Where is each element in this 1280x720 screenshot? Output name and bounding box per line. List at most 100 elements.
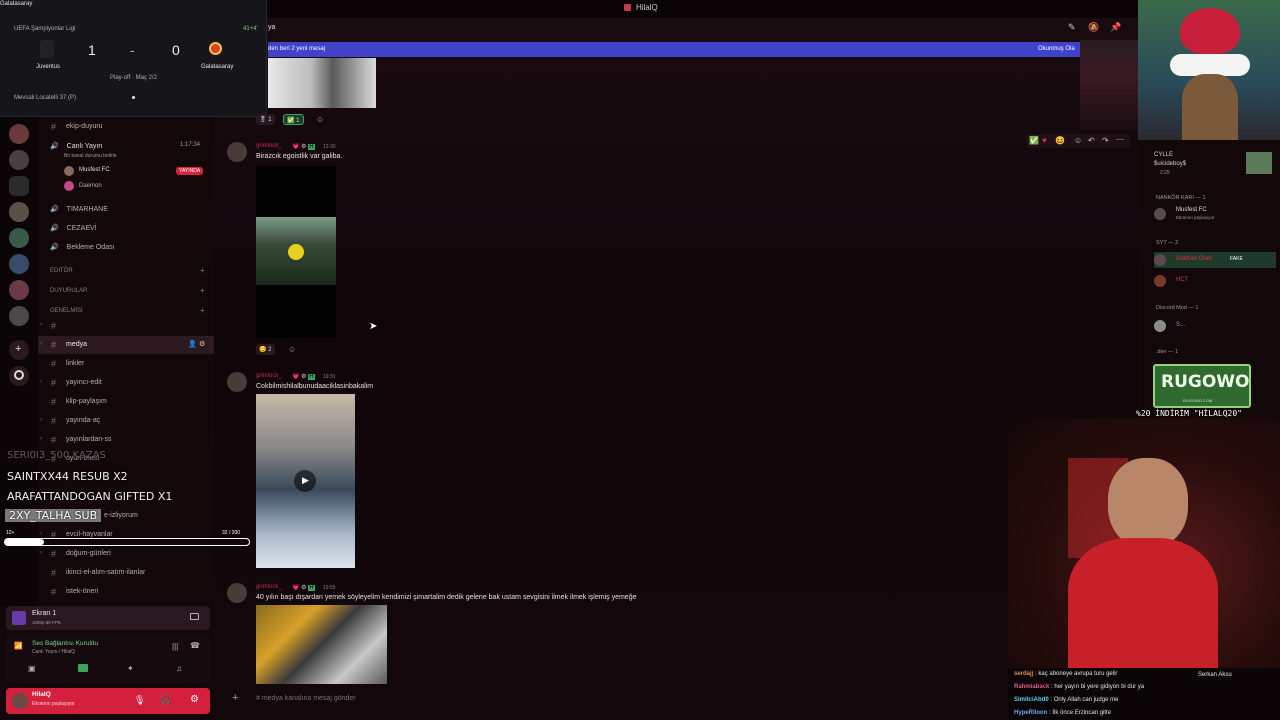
- category-genelmisi[interactable]: GENELMİSİ: [50, 308, 83, 314]
- voice-channel[interactable]: 🔊 TIMARHANE: [50, 205, 108, 213]
- threads-icon[interactable]: ✎: [1068, 22, 1076, 33]
- reaction[interactable]: ✅ 1: [283, 114, 304, 125]
- add-channel-icon[interactable]: +: [200, 266, 205, 275]
- message-input[interactable]: + # medya kanalına mesaj gönder: [230, 690, 1130, 710]
- more-icon[interactable]: ⋯: [1116, 135, 1124, 144]
- add-server-icon[interactable]: +: [9, 340, 29, 360]
- attachment-video[interactable]: ▶: [256, 394, 355, 568]
- progress-value: 32 / 200: [222, 530, 241, 536]
- webcam-main: [1008, 418, 1280, 668]
- server-icon[interactable]: [9, 202, 29, 222]
- reply-icon[interactable]: ↶: [1088, 136, 1095, 145]
- message-author[interactable]: grimlock_: [256, 143, 282, 149]
- server-icon[interactable]: [9, 228, 29, 248]
- user-name[interactable]: HilalQ: [32, 691, 51, 698]
- channel-yayinlardan-ss[interactable]: › # yayınlardan-ss: [38, 431, 214, 449]
- server-icon[interactable]: [9, 280, 29, 300]
- heart-emoji-icon[interactable]: ♥: [1042, 136, 1047, 145]
- camera-off-icon[interactable]: ▣: [28, 664, 36, 673]
- forward-icon[interactable]: ↷: [1102, 136, 1109, 145]
- channel-dogum-gunleri[interactable]: › # doğum-günleri: [38, 545, 214, 563]
- member-item[interactable]: HCT: [1154, 273, 1276, 289]
- server-icon[interactable]: [9, 306, 29, 326]
- pin-icon[interactable]: 📌: [1110, 22, 1121, 33]
- voice-member-name[interactable]: Daemon: [79, 183, 102, 189]
- add-reaction-icon[interactable]: ☺: [316, 115, 324, 124]
- voice-channel-live[interactable]: 🔊 Canlı Yayın: [50, 142, 102, 150]
- avatar[interactable]: [227, 372, 247, 392]
- headphones-icon[interactable]: 🎧: [160, 695, 171, 706]
- message-author[interactable]: grimlock_: [256, 373, 282, 379]
- channel-klip-paylasim[interactable]: # klip-paylaşım: [38, 393, 214, 411]
- voice-member-name[interactable]: Musfest FC: [79, 167, 110, 173]
- reaction[interactable]: 😏 2: [256, 344, 275, 355]
- mark-read-button[interactable]: Okunmuş Ola: [1038, 46, 1075, 52]
- message-author[interactable]: grimlock_: [256, 584, 282, 590]
- add-channel-icon[interactable]: +: [200, 306, 205, 315]
- category-duyurular[interactable]: DUYURULAR: [50, 288, 87, 294]
- member-name[interactable]: CYLLE: [1154, 152, 1173, 158]
- member-item[interactable]: S...: [1154, 318, 1276, 334]
- channel-item[interactable]: › #: [38, 317, 214, 335]
- screen-share-panel[interactable]: Ekran 1 1080p 60 FPS: [6, 606, 210, 630]
- member-item[interactable]: Musfest FC Ekranını paylaşıyor: [1154, 206, 1276, 222]
- check-emoji-icon[interactable]: ✅: [1029, 136, 1039, 145]
- message-actions-toolbar: ✅ ♥ 😆 ☺ ↶ ↷ ⋯: [1026, 134, 1130, 148]
- screen-share-icon[interactable]: [78, 664, 88, 672]
- avatar: [1154, 320, 1166, 332]
- chat-line: HypeRiloon : İlk önce Erzincan gitte: [1014, 710, 1112, 716]
- channel-ekip-duyuru[interactable]: # ekip-duyuru: [38, 118, 214, 136]
- add-channel-icon[interactable]: +: [200, 286, 205, 295]
- channel-medya[interactable]: › # medya 👤 ⚙: [38, 336, 214, 354]
- attach-plus-icon[interactable]: +: [232, 692, 238, 704]
- voice-channel[interactable]: 🔊 Bekleme Odası: [50, 243, 115, 251]
- speaker-icon: 🔊: [50, 206, 59, 213]
- voice-status-text[interactable]: Ses Bağlantısı Kuruldu: [32, 640, 98, 647]
- avatar[interactable]: [227, 583, 247, 603]
- category-editor[interactable]: Editör: [50, 268, 73, 274]
- member-item[interactable]: Gokhan Oner FAKE: [1154, 252, 1276, 268]
- voice-status[interactable]: Bir kanal durumu belirle: [64, 153, 117, 159]
- server-icon[interactable]: [9, 124, 29, 144]
- noise-icon[interactable]: |||: [172, 642, 178, 651]
- message-text: Cokbilmishilalbunudaaciklasinbakalim: [256, 383, 374, 390]
- server-icon[interactable]: [9, 254, 29, 274]
- soundboard-icon[interactable]: ♫: [176, 664, 182, 673]
- add-reaction-icon[interactable]: ☺: [1074, 136, 1082, 145]
- channel-yayinda-ac[interactable]: › # yayında-aç: [38, 412, 214, 430]
- laugh-emoji-icon[interactable]: 😆: [1055, 136, 1065, 145]
- new-messages-banner[interactable]: den beri 2 yeni mesaj Okunmuş Ola: [268, 42, 1138, 57]
- activities-icon[interactable]: ✦: [127, 664, 134, 673]
- channel-sidebar: # ekip-duyuru 🔊 Canlı Yayın 1:17:34 Bir …: [38, 116, 214, 606]
- attachment-image[interactable]: [256, 605, 387, 684]
- channel-linkler[interactable]: # linkler: [38, 355, 214, 373]
- reaction[interactable]: 🎖 1: [256, 114, 275, 125]
- mute-icon[interactable]: 🔕: [1088, 22, 1099, 33]
- invite-icon[interactable]: 👤: [188, 340, 197, 348]
- voice-channel-text[interactable]: Canlı Yayın / HilalQ: [32, 649, 75, 655]
- channel-yayinci-edit[interactable]: › # yayıncı-edit: [38, 374, 214, 392]
- voice-channel[interactable]: 🔊 CEZAEVİ: [50, 224, 97, 232]
- server-icon[interactable]: [9, 176, 29, 196]
- gear-icon[interactable]: ⚙: [190, 694, 199, 705]
- avatar[interactable]: [227, 142, 247, 162]
- disconnect-icon[interactable]: ☎: [190, 641, 200, 650]
- popout-icon[interactable]: [190, 613, 199, 620]
- role-icons: 💗 ⚙ H: [292, 374, 315, 380]
- screen-sub: 1080p 60 FPS: [32, 620, 61, 625]
- avatar[interactable]: [12, 693, 28, 709]
- server-icon[interactable]: [9, 150, 29, 170]
- score-separator: -: [130, 42, 135, 58]
- gear-icon[interactable]: ⚙: [199, 340, 205, 348]
- microphone-icon[interactable]: 🎙: [134, 695, 145, 706]
- channel-ikinci-el[interactable]: # ikinci-el-alım-satım-ilanlar: [38, 564, 214, 582]
- channel-istek-oneri[interactable]: # istek-öneri: [38, 583, 214, 601]
- play-icon[interactable]: [288, 244, 304, 260]
- attachment-image[interactable]: [268, 58, 376, 108]
- add-reaction-icon[interactable]: ☺: [288, 345, 296, 354]
- play-button[interactable]: ▶: [294, 470, 316, 492]
- channel-label: ekip-duyuru: [66, 123, 103, 130]
- explore-icon[interactable]: [9, 366, 29, 386]
- member-group-title: Discord Mod — 1: [1156, 305, 1199, 311]
- attachment-video[interactable]: [256, 166, 336, 338]
